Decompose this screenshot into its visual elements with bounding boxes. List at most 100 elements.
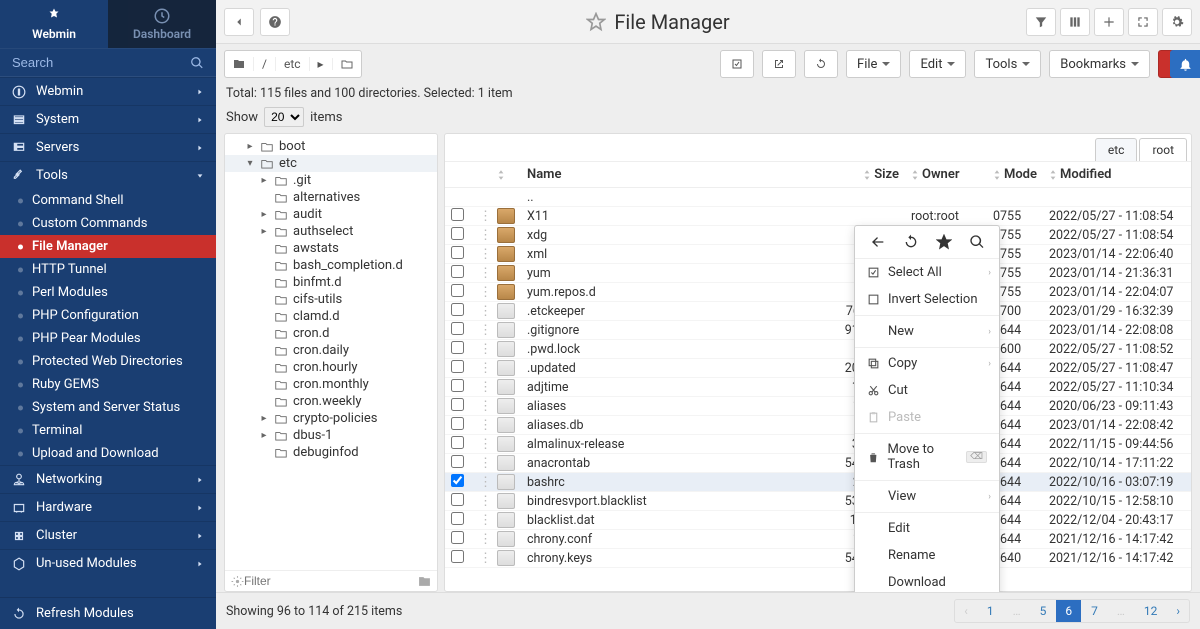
table-row[interactable]: ⋮ adjtime 16 bytes root:root 0644 2022/0… xyxy=(445,378,1191,397)
table-row[interactable]: ⋮ X11 root:root 0755 2022/05/27 - 11:08:… xyxy=(445,207,1191,226)
table-row[interactable]: ⋮ xdg root:root 0755 2022/05/27 - 11:08:… xyxy=(445,226,1191,245)
page-next[interactable]: › xyxy=(1167,600,1189,622)
table-row[interactable]: ⋮ bindresvport.blacklist 535 bytes root:… xyxy=(445,492,1191,511)
ctx-cut[interactable]: Cut xyxy=(855,377,999,404)
table-row[interactable]: ⋮ .pwd.lock 0 bytes root:root 0600 2022/… xyxy=(445,340,1191,359)
tree-node[interactable]: cron.weekly xyxy=(225,393,437,410)
page-1[interactable]: 1 xyxy=(978,600,1004,622)
sidebar-item-protected-web-directories[interactable]: Protected Web Directories xyxy=(0,350,216,373)
row-checkbox[interactable] xyxy=(451,550,464,563)
row-checkbox[interactable] xyxy=(451,341,464,354)
row-checkbox[interactable] xyxy=(451,246,464,259)
sidebar-group-system[interactable]: System xyxy=(0,105,216,133)
tree-node[interactable]: ▸boot xyxy=(225,138,437,155)
row-checkbox[interactable] xyxy=(451,436,464,449)
tree-node[interactable]: ▸authselect xyxy=(225,223,437,240)
ctx-trash[interactable]: Move to Trash⌫ xyxy=(855,436,999,478)
sidebar-group-webmin[interactable]: Webmin xyxy=(0,77,216,105)
sidebar-group-servers[interactable]: Servers xyxy=(0,133,216,161)
tree-node[interactable]: cron.hourly xyxy=(225,359,437,376)
row-checkbox[interactable] xyxy=(451,227,464,240)
filter-button[interactable] xyxy=(1026,8,1056,36)
sidebar-item-custom-commands[interactable]: Custom Commands xyxy=(0,212,216,235)
sidebar-item-command-shell[interactable]: Command Shell xyxy=(0,189,216,212)
sidebar-item-perl-modules[interactable]: Perl Modules xyxy=(0,281,216,304)
tree-node[interactable]: cifs-utils xyxy=(225,291,437,308)
breadcrumb-folder-open[interactable] xyxy=(332,58,361,70)
sidebar-tab-webmin[interactable]: Webmin xyxy=(0,0,108,48)
row-checkbox[interactable] xyxy=(451,322,464,335)
tree-node[interactable]: debuginfod xyxy=(225,444,437,461)
table-row[interactable]: ⋮ blacklist.dat 1.24 MiB root:root 0644 … xyxy=(445,511,1191,530)
sidebar-tab-dashboard[interactable]: Dashboard xyxy=(108,0,216,48)
table-row[interactable]: ⋮ yum.repos.d root:root 0755 2023/01/14 … xyxy=(445,283,1191,302)
ctx-back-icon[interactable] xyxy=(870,234,886,250)
page-7[interactable]: 7 xyxy=(1082,600,1108,622)
sidebar-item-terminal[interactable]: Terminal xyxy=(0,419,216,442)
tree-node[interactable]: ▸dbus-1 xyxy=(225,427,437,444)
row-checkbox[interactable] xyxy=(451,284,464,297)
sidebar-group-un-used-modules[interactable]: Un-used Modules xyxy=(0,549,216,577)
search-input[interactable] xyxy=(12,55,190,70)
row-checkbox[interactable] xyxy=(451,417,464,430)
star-icon[interactable] xyxy=(586,12,606,32)
ctx-select-all[interactable]: Select All› xyxy=(855,259,999,286)
row-checkbox[interactable] xyxy=(451,379,464,392)
col-size[interactable]: Size xyxy=(825,167,905,182)
table-row[interactable]: ⋮ chrony.conf 1.34 KiB root:root 0644 20… xyxy=(445,530,1191,549)
sidebar-group-hardware[interactable]: Hardware xyxy=(0,493,216,521)
row-checkbox[interactable] xyxy=(451,398,464,411)
bookmarks-menu[interactable]: Bookmarks xyxy=(1049,50,1150,78)
ctx-search-icon[interactable] xyxy=(969,234,985,250)
col-name[interactable]: Name xyxy=(521,167,825,182)
tree-filter[interactable] xyxy=(225,570,437,591)
table-row[interactable]: ⋮ almalinux-release 34 bytes root:root 0… xyxy=(445,435,1191,454)
tree-node[interactable]: ▸audit xyxy=(225,206,437,223)
fullscreen-button[interactable] xyxy=(1128,8,1158,36)
select-toggle-button[interactable] xyxy=(720,50,754,78)
show-count-select[interactable]: 20 xyxy=(264,107,304,127)
tree-node[interactable]: ▾etc xyxy=(225,155,437,172)
breadcrumb-caret[interactable]: ▸ xyxy=(309,57,332,71)
sidebar-item-php-pear-modules[interactable]: PHP Pear Modules xyxy=(0,327,216,350)
row-checkbox[interactable] xyxy=(451,360,464,373)
sidebar-group-cluster[interactable]: Cluster xyxy=(0,521,216,549)
ctx-star-icon[interactable] xyxy=(936,234,952,250)
row-checkbox[interactable] xyxy=(451,531,464,544)
ctx-copy[interactable]: Copy› xyxy=(855,350,999,377)
page-6[interactable]: 6 xyxy=(1056,600,1082,622)
file-menu[interactable]: File xyxy=(846,50,901,78)
refresh-button[interactable] xyxy=(804,50,838,78)
tree-node[interactable]: bash_completion.d xyxy=(225,257,437,274)
breadcrumb-home[interactable] xyxy=(225,58,253,70)
table-row[interactable]: ⋮ xml root:root 0755 2023/01/14 - 22:06:… xyxy=(445,245,1191,264)
table-row[interactable]: ⋮ .etckeeper 76.59 KiB root:root 0700 20… xyxy=(445,302,1191,321)
table-row[interactable]: ⋮ chrony.keys 540 bytes root:chrony 0640… xyxy=(445,549,1191,568)
sidebar-item-http-tunnel[interactable]: HTTP Tunnel xyxy=(0,258,216,281)
ctx-invert[interactable]: Invert Selection xyxy=(855,286,999,313)
ctx-download[interactable]: Download xyxy=(855,569,999,592)
sidebar-item-upload-and-download[interactable]: Upload and Download xyxy=(0,442,216,465)
ctx-view[interactable]: View› xyxy=(855,483,999,510)
sidebar-item-file-manager[interactable]: File Manager xyxy=(0,235,216,258)
row-checkbox[interactable] xyxy=(451,208,464,221)
notification-bell[interactable] xyxy=(1170,50,1200,78)
back-button[interactable] xyxy=(224,8,254,36)
sidebar-item-system-and-server-status[interactable]: System and Server Status xyxy=(0,396,216,419)
settings-button[interactable] xyxy=(1162,8,1192,36)
table-row[interactable]: ⋮ .updated 208 bytes root:root 0644 2022… xyxy=(445,359,1191,378)
ctx-refresh-icon[interactable] xyxy=(903,234,919,250)
row-checkbox[interactable] xyxy=(451,303,464,316)
table-row[interactable]: .. xyxy=(445,188,1191,207)
sidebar-search[interactable] xyxy=(0,48,216,77)
table-row[interactable]: ⋮ aliases.db 12 KiB root:root 0644 2023/… xyxy=(445,416,1191,435)
tools-menu[interactable]: Tools xyxy=(974,50,1041,78)
page-5[interactable]: 5 xyxy=(1031,600,1057,622)
tab-root[interactable]: root xyxy=(1139,138,1187,161)
refresh-modules[interactable]: Refresh Modules xyxy=(0,597,216,629)
ctx-new[interactable]: New› xyxy=(855,318,999,345)
page-prev[interactable]: ‹ xyxy=(955,600,978,622)
tree-node[interactable]: cron.monthly xyxy=(225,376,437,393)
tab-etc[interactable]: etc xyxy=(1095,138,1138,161)
breadcrumb[interactable]: / etc ▸ xyxy=(224,50,362,78)
